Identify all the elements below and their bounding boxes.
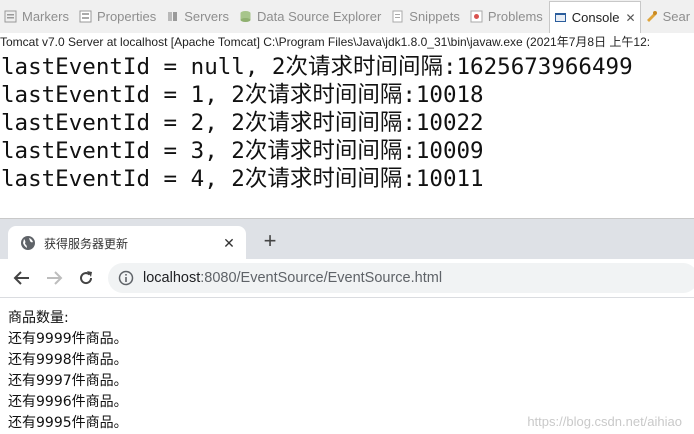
- console-output: lastEventId = null, 2次请求时间间隔:16256739664…: [0, 53, 694, 193]
- url-text[interactable]: localhost:8080/EventSource/EventSource.h…: [143, 270, 442, 286]
- tab-label: Snippets: [409, 9, 460, 24]
- info-icon[interactable]: [118, 270, 134, 286]
- browser-tab-title: 获得服务器更新: [44, 236, 129, 251]
- console-line: lastEventId = null, 2次请求时间间隔:16256739664…: [1, 54, 633, 80]
- page-heading: 商品数量:: [8, 310, 69, 326]
- page-content: 商品数量: 还有9999件商品。 还有9998件商品。 还有9997件商品。 还…: [0, 298, 694, 434]
- new-tab-button[interactable]: +: [260, 230, 280, 252]
- console-line: lastEventId = 1, 2次请求时间间隔:10018: [1, 82, 484, 108]
- list-item: 还有9996件商品。: [8, 394, 128, 410]
- tab-data-source-explorer[interactable]: Data Source Explorer: [235, 0, 387, 33]
- console-title: Tomcat v7.0 Server at localhost [Apache …: [0, 33, 694, 52]
- arrow-left-icon: [13, 271, 29, 285]
- tab-label: Problems: [487, 9, 543, 24]
- tab-label: Properties: [96, 9, 157, 24]
- close-icon[interactable]: ✕: [626, 11, 636, 25]
- tab-servers[interactable]: Servers: [162, 0, 235, 33]
- tab-snippets[interactable]: Snippets: [387, 0, 466, 33]
- tab-label: Data Source Explorer: [257, 9, 382, 24]
- list-item: 还有9997件商品。: [8, 373, 128, 389]
- list-item: 还有9998件商品。: [8, 352, 128, 368]
- tab-console[interactable]: Console ✕: [548, 0, 641, 33]
- globe-icon: [20, 235, 36, 251]
- tab-label: Console: [571, 10, 620, 25]
- browser-tabbar: 获得服务器更新 ✕ +: [0, 218, 694, 260]
- tab-label: Sear: [662, 9, 691, 24]
- reload-button[interactable]: [76, 268, 96, 288]
- tab-markers[interactable]: Markers: [0, 0, 75, 33]
- url-path: :8080/EventSource/EventSource.html: [200, 270, 443, 286]
- browser-window: 获得服务器更新 ✕ + localhost:8080/EventSource/E…: [0, 218, 694, 434]
- console-icon: [554, 11, 567, 24]
- tab-label: Servers: [184, 9, 229, 24]
- forward-button[interactable]: [44, 268, 64, 288]
- close-icon[interactable]: ✕: [220, 234, 238, 252]
- data-source-icon: [239, 10, 252, 23]
- tab-label: Markers: [22, 9, 69, 24]
- search-icon: [645, 10, 658, 23]
- tab-problems[interactable]: Problems: [466, 0, 549, 33]
- problems-icon: [470, 10, 483, 23]
- watermark: https://blog.csdn.net/aihiao: [527, 414, 682, 429]
- eclipse-view-tabbar: Markers Properties Servers Data Source E…: [0, 0, 694, 34]
- arrow-right-icon: [47, 271, 63, 285]
- reload-icon: [80, 271, 93, 285]
- browser-toolbar: localhost:8080/EventSource/EventSource.h…: [0, 259, 694, 298]
- servers-icon: [166, 10, 179, 23]
- snippets-icon: [391, 10, 404, 23]
- list-item: 还有9999件商品。: [8, 331, 128, 347]
- browser-tab[interactable]: 获得服务器更新 ✕: [8, 226, 246, 260]
- console-line: lastEventId = 3, 2次请求时间间隔:10009: [1, 138, 484, 164]
- markers-icon: [4, 10, 17, 23]
- console-line: lastEventId = 2, 2次请求时间间隔:10022: [1, 110, 484, 136]
- console-line: lastEventId = 4, 2次请求时间间隔:10011: [1, 166, 484, 192]
- tab-properties[interactable]: Properties: [75, 0, 162, 33]
- url-host: localhost: [143, 270, 201, 286]
- tab-search[interactable]: Sear: [641, 0, 694, 33]
- back-button[interactable]: [12, 268, 32, 288]
- properties-icon: [79, 10, 92, 23]
- address-bar[interactable]: localhost:8080/EventSource/EventSource.h…: [108, 263, 694, 293]
